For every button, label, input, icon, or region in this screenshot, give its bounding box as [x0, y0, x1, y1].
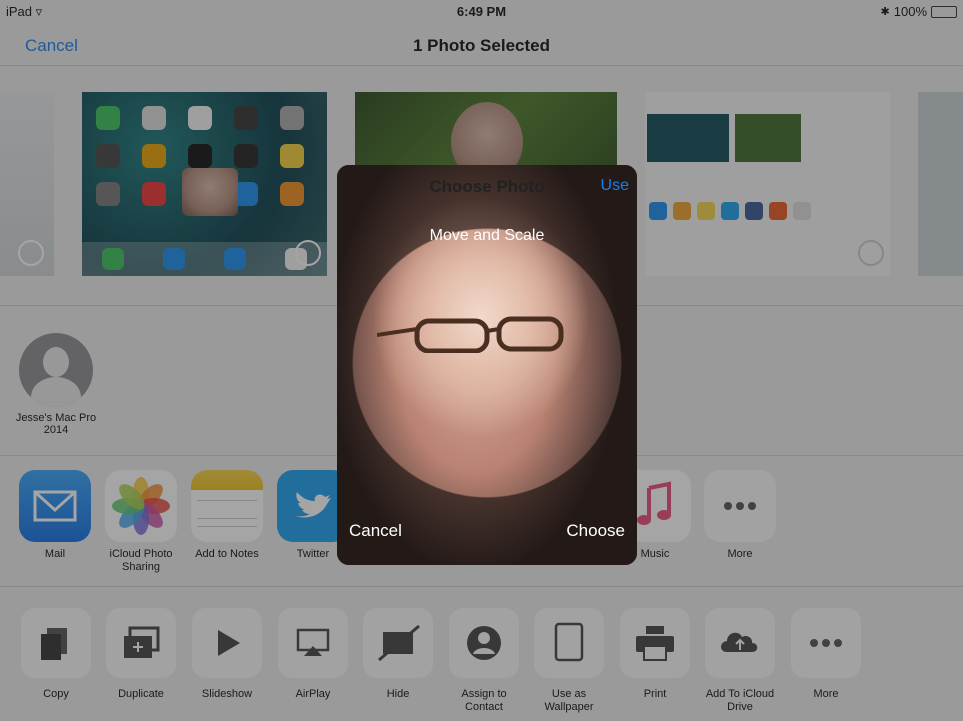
choose-button[interactable]: Choose	[566, 521, 625, 541]
move-and-scale-hint: Move and Scale	[429, 227, 545, 244]
share-sheet-screen: iPad ▿ 6:49 PM ✱ 100% Cancel 1 Photo Sel…	[0, 0, 963, 721]
crop-circle-mask	[337, 165, 637, 565]
choose-photo-dialog: Choose Photo Use Move and Scale Cancel C…	[337, 165, 637, 565]
use-button[interactable]: Use	[601, 177, 629, 195]
dialog-title: Choose Photo	[429, 177, 545, 196]
dialog-cancel-button[interactable]: Cancel	[349, 521, 402, 541]
